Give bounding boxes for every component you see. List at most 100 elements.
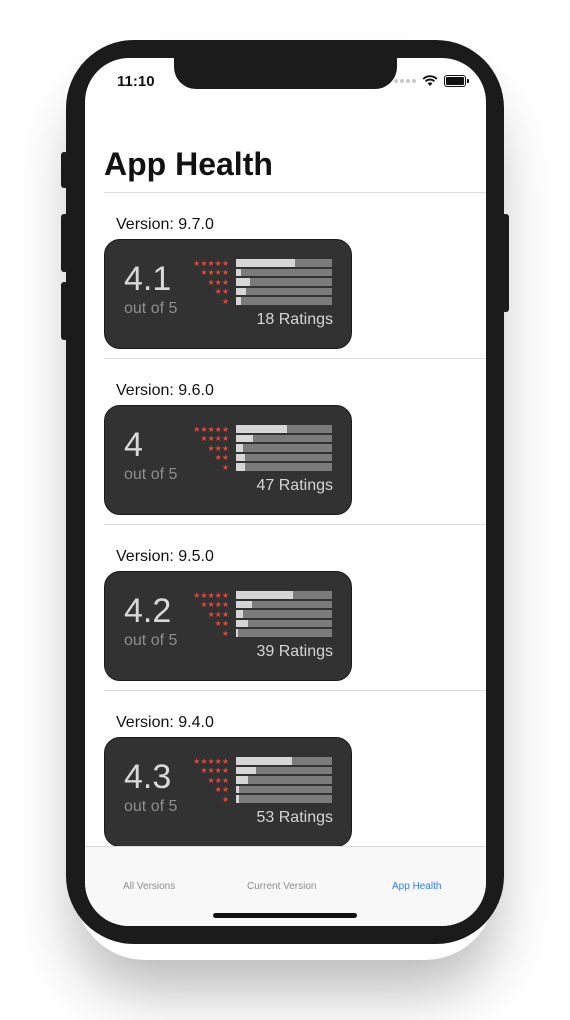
distribution-bar-fill [236, 268, 241, 276]
star-rows: ★★★★★ ★★★★ ★★★ ★★ ★ [189, 259, 229, 307]
star-icon-row: ★ [221, 462, 229, 472]
average-rating: 4 [124, 426, 143, 464]
star-icon-row: ★★ [214, 287, 229, 297]
distribution-bar [236, 278, 332, 286]
distribution-bar [236, 795, 332, 803]
distribution-bar [236, 434, 332, 442]
version-label: Version: 9.7.0 [116, 216, 214, 233]
status-time: 11:10 [117, 73, 155, 90]
star-icon-row: ★★★★★ [193, 258, 229, 268]
distribution-bar-fill [236, 259, 295, 267]
distribution-bar-fill [236, 591, 293, 599]
distribution-bar [236, 766, 332, 774]
out-of-label: out of 5 [124, 798, 178, 815]
star-icon-row: ★★★★ [200, 434, 229, 444]
version-section: Version: 9.6.0 4 out of 5 ★★★★★ ★★★★ ★★★ ★★ ★ 47… [85, 359, 486, 525]
distribution-bar [236, 600, 332, 608]
star-icon-row: ★★ [214, 619, 229, 629]
ratings-count: 39 Ratings [256, 643, 334, 660]
distribution-bar-fill [236, 425, 287, 433]
distribution-bar-fill [236, 297, 241, 305]
distribution-bar [236, 444, 332, 452]
status-icons [394, 73, 469, 89]
rating-distribution [236, 757, 332, 805]
ratings-card[interactable]: 4.3 out of 5 ★★★★★ ★★★★ ★★★ ★★ ★ 53 Ratings [104, 737, 352, 846]
distribution-bar [236, 629, 332, 637]
version-section: Version: 9.5.0 4.2 out of 5 ★★★★★ ★★★★ ★★★ ★★ ★… [85, 525, 486, 691]
cellular-signal-icon [394, 79, 416, 83]
version-label: Version: 9.4.0 [116, 714, 214, 731]
average-rating: 4.1 [124, 260, 172, 298]
star-rows: ★★★★★ ★★★★ ★★★ ★★ ★ [189, 425, 229, 473]
star-icon-row: ★ [221, 628, 229, 638]
home-indicator [213, 913, 357, 918]
rating-distribution [236, 259, 332, 307]
out-of-label: out of 5 [124, 466, 178, 483]
star-icon-row: ★★★ [207, 609, 229, 619]
distribution-bar-fill [236, 795, 239, 803]
version-section: Version: 9.4.0 4.3 out of 5 ★★★★★ ★★★★ ★★★ ★★ ★… [85, 691, 486, 846]
star-icon-row: ★ [221, 296, 229, 306]
distribution-bar [236, 757, 332, 765]
average-rating: 4.2 [124, 592, 172, 630]
distribution-bar-fill [236, 619, 248, 627]
distribution-bar-fill [236, 434, 254, 442]
star-rows: ★★★★★ ★★★★ ★★★ ★★ ★ [189, 591, 229, 639]
star-icon-row: ★★ [214, 785, 229, 795]
star-icon-row: ★ [221, 794, 229, 804]
distribution-bar-fill [236, 463, 245, 471]
ratings-count: 53 Ratings [256, 809, 334, 826]
distribution-bar [236, 268, 332, 276]
notch [174, 58, 397, 89]
distribution-bar [236, 297, 332, 305]
distribution-bar-fill [236, 757, 292, 765]
ratings-count: 47 Ratings [256, 477, 334, 494]
page-title: App Health [104, 146, 273, 182]
distribution-bar [236, 776, 332, 784]
average-rating: 4.3 [124, 758, 172, 796]
distribution-bar-fill [236, 766, 257, 774]
out-of-label: out of 5 [124, 300, 178, 317]
distribution-bar-fill [236, 453, 245, 461]
distribution-bar-fill [236, 278, 251, 286]
version-label: Version: 9.6.0 [116, 382, 214, 399]
screen: 11:10 App Health Version: 9.7.0 4.1 out of… [85, 58, 486, 926]
star-icon-row: ★★★ [207, 277, 229, 287]
star-icon-row: ★★ [214, 453, 229, 463]
tab-all-versions[interactable]: All Versions [123, 881, 175, 892]
distribution-bar [236, 463, 332, 471]
tab-app-health[interactable]: App Health [392, 881, 441, 892]
distribution-bar [236, 287, 332, 295]
star-icon-row: ★★★★ [200, 766, 229, 776]
version-section: Version: 9.7.0 4.1 out of 5 ★★★★★ ★★★★ ★★★ ★★ ★… [85, 193, 486, 359]
ratings-count: 18 Ratings [256, 311, 334, 328]
star-icon-row: ★★★ [207, 443, 229, 453]
distribution-bar [236, 785, 332, 793]
star-icon-row: ★★★★★ [193, 756, 229, 766]
star-icon-row: ★★★★★ [193, 424, 229, 434]
distribution-bar [236, 425, 332, 433]
star-icon-row: ★★★★ [200, 268, 229, 278]
version-label: Version: 9.5.0 [116, 548, 214, 565]
wifi-icon [422, 75, 438, 86]
distribution-bar [236, 610, 332, 618]
version-list[interactable]: Version: 9.7.0 4.1 out of 5 ★★★★★ ★★★★ ★★★ ★★ ★… [85, 193, 486, 846]
distribution-bar-fill [236, 776, 248, 784]
ratings-card[interactable]: 4.2 out of 5 ★★★★★ ★★★★ ★★★ ★★ ★ 39 Ratings [104, 571, 352, 681]
tab-current-version[interactable]: Current Version [247, 881, 316, 892]
ratings-card[interactable]: 4.1 out of 5 ★★★★★ ★★★★ ★★★ ★★ ★ 18 Ratings [104, 239, 352, 349]
ratings-card[interactable]: 4 out of 5 ★★★★★ ★★★★ ★★★ ★★ ★ 47 Ratings [104, 405, 352, 515]
distribution-bar [236, 259, 332, 267]
battery-icon [444, 75, 469, 87]
distribution-bar [236, 619, 332, 627]
rating-distribution [236, 425, 332, 473]
star-icon-row: ★★★ [207, 775, 229, 785]
distribution-bar-fill [236, 287, 246, 295]
star-icon-row: ★★★★★ [193, 590, 229, 600]
out-of-label: out of 5 [124, 632, 178, 649]
distribution-bar [236, 453, 332, 461]
distribution-bar-fill [236, 444, 243, 452]
star-rows: ★★★★★ ★★★★ ★★★ ★★ ★ [189, 757, 229, 805]
distribution-bar [236, 591, 332, 599]
distribution-bar-fill [236, 610, 243, 618]
